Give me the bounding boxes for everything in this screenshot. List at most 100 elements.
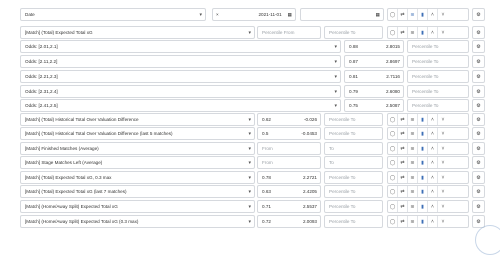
chevron-down-button[interactable]: ˅ <box>438 201 448 212</box>
percentile-to-input[interactable]: Percentile To <box>324 200 383 213</box>
percentile-value-input[interactable]: 0.88 2.8015 <box>344 40 404 53</box>
percentile-to-input[interactable]: To <box>324 142 383 155</box>
metric-select[interactable]: Odds: [2.41,2.5] ▾ <box>20 99 341 112</box>
stack-button[interactable]: ≋ <box>408 128 418 139</box>
metric-select[interactable]: [Match] Finished Matches (Average) ▾ <box>20 142 255 155</box>
bar-chart-button[interactable]: ▮ <box>418 157 428 168</box>
chevron-down-button[interactable]: ˅ <box>438 172 448 183</box>
metric-select[interactable]: [Match] Stage Matches Left (Average) ▾ <box>20 156 255 169</box>
bar-chart-button[interactable]: ▮ <box>418 216 428 227</box>
percentile-value-input[interactable]: 0.78 2.2721 <box>257 171 321 184</box>
settings-button[interactable]: ⚙ <box>472 99 485 112</box>
metric-select[interactable]: Odds: [2.31,2.4] ▾ <box>20 85 341 98</box>
percentile-value-input[interactable]: 0.63 2.4205 <box>257 185 321 198</box>
metric-select[interactable]: Odds: [2.01,2.1] ▾ <box>20 40 341 53</box>
swap-button[interactable]: ⇄ <box>398 201 408 212</box>
percentile-value-input[interactable]: 0.87 2.8697 <box>344 55 404 68</box>
swap-button[interactable]: ⇄ <box>398 216 408 227</box>
bar-chart-button[interactable]: ▮ <box>418 9 428 20</box>
percentile-value-input[interactable]: From <box>257 156 321 169</box>
percentile-value-input[interactable]: 0.81 2.7116 <box>344 70 404 83</box>
chevron-down-button[interactable]: ˅ <box>438 157 448 168</box>
date-field-select[interactable]: Date ▾ <box>20 8 206 21</box>
percentile-to-input[interactable]: Percentile To <box>407 85 469 98</box>
metric-select[interactable]: [Match] (Total) Expected Total xG ▾ <box>20 26 255 39</box>
stack-button[interactable]: ≋ <box>408 201 418 212</box>
calendar-icon[interactable]: ▦ <box>285 12 295 18</box>
chevron-up-button[interactable]: ˄ <box>428 157 438 168</box>
metric-select[interactable]: [Match] (Total) Expected Total xG (last … <box>20 185 255 198</box>
chevron-up-button[interactable]: ˄ <box>428 201 438 212</box>
ring-button[interactable]: ◯ <box>388 128 398 139</box>
percentile-to-input[interactable]: Percentile To <box>407 99 469 112</box>
swap-button[interactable]: ⇄ <box>398 157 408 168</box>
chevron-up-button[interactable]: ˄ <box>428 128 438 139</box>
stack-button[interactable]: ≋ <box>408 143 418 154</box>
percentile-to-input[interactable]: Percentile To <box>324 127 383 140</box>
ring-button[interactable]: ◯ <box>388 186 398 197</box>
chevron-down-button[interactable]: ˅ <box>438 114 448 125</box>
swap-button[interactable]: ⇄ <box>398 128 408 139</box>
settings-button[interactable]: ⚙ <box>472 113 485 126</box>
percentile-from-input[interactable]: Percentile From <box>257 26 321 39</box>
settings-button[interactable]: ⚙ <box>472 55 485 68</box>
settings-button[interactable]: ⚙ <box>472 156 485 169</box>
ring-button[interactable]: ◯ <box>388 172 398 183</box>
stack-button[interactable]: ≋ <box>408 172 418 183</box>
chevron-up-button[interactable]: ˄ <box>428 172 438 183</box>
chevron-up-button[interactable]: ˄ <box>428 27 438 38</box>
clear-date-button[interactable]: × <box>213 12 222 17</box>
percentile-value-input[interactable]: 0.5 -0.0453 <box>257 127 321 140</box>
chevron-down-button[interactable]: ˅ <box>438 143 448 154</box>
percentile-to-input[interactable]: Percentile To <box>324 215 383 228</box>
chevron-down-button[interactable]: ˅ <box>438 186 448 197</box>
percentile-value-input[interactable]: 0.75 2.5087 <box>344 99 404 112</box>
percentile-to-input[interactable]: Percentile To <box>407 55 469 68</box>
bar-chart-button[interactable]: ▮ <box>418 27 428 38</box>
metric-select[interactable]: [Match] (Home/Away Split) Expected Total… <box>20 215 255 228</box>
stack-button[interactable]: ≋ <box>408 9 418 20</box>
swap-button[interactable]: ⇄ <box>398 114 408 125</box>
settings-button[interactable]: ⚙ <box>472 185 485 198</box>
chevron-down-button[interactable]: ˅ <box>438 9 448 20</box>
stack-button[interactable]: ≋ <box>408 114 418 125</box>
swap-button[interactable]: ⇄ <box>398 186 408 197</box>
settings-button[interactable]: ⚙ <box>472 171 485 184</box>
bar-chart-button[interactable]: ▮ <box>418 114 428 125</box>
settings-button[interactable]: ⚙ <box>472 40 485 53</box>
metric-select[interactable]: [Match] (Home/Away Split) Expected Total… <box>20 200 255 213</box>
settings-button[interactable]: ⚙ <box>472 26 485 39</box>
stack-button[interactable]: ≋ <box>408 186 418 197</box>
chevron-up-button[interactable]: ˄ <box>428 186 438 197</box>
percentile-value-input[interactable]: 0.71 2.5537 <box>257 200 321 213</box>
metric-select[interactable]: [Match] (Total) Expected Total xG, 0.3 m… <box>20 171 255 184</box>
ring-button[interactable]: ◯ <box>388 201 398 212</box>
ring-button[interactable]: ◯ <box>388 9 398 20</box>
percentile-value-input[interactable]: 0.72 2.0093 <box>257 215 321 228</box>
stack-button[interactable]: ≋ <box>408 157 418 168</box>
bar-chart-button[interactable]: ▮ <box>418 172 428 183</box>
percentile-to-input[interactable]: Percentile To <box>324 113 383 126</box>
chevron-up-button[interactable]: ˄ <box>428 216 438 227</box>
date-start-input[interactable]: × 2021-11-01 ▦ <box>212 8 296 21</box>
chevron-up-button[interactable]: ˄ <box>428 9 438 20</box>
percentile-value-input[interactable]: 0.79 2.6080 <box>344 85 404 98</box>
stack-button[interactable]: ≋ <box>408 27 418 38</box>
settings-button[interactable]: ⚙ <box>472 85 485 98</box>
ring-button[interactable]: ◯ <box>388 143 398 154</box>
percentile-to-input[interactable]: Percentile To <box>407 40 469 53</box>
date-end-input[interactable]: ▦ <box>300 8 384 21</box>
ring-button[interactable]: ◯ <box>388 157 398 168</box>
bar-chart-button[interactable]: ▮ <box>418 128 428 139</box>
percentile-to-input[interactable]: Percentile To <box>324 185 383 198</box>
percentile-value-input[interactable]: 0.62 -0.026 <box>257 113 321 126</box>
swap-button[interactable]: ⇄ <box>398 172 408 183</box>
ring-button[interactable]: ◯ <box>388 27 398 38</box>
chevron-down-button[interactable]: ˅ <box>438 216 448 227</box>
percentile-to-input[interactable]: Percentile To <box>324 26 383 39</box>
chevron-up-button[interactable]: ˄ <box>428 114 438 125</box>
percentile-to-input[interactable]: To <box>324 156 383 169</box>
percentile-value-input[interactable]: From <box>257 142 321 155</box>
percentile-to-input[interactable]: Percentile To <box>407 70 469 83</box>
bar-chart-button[interactable]: ▮ <box>418 143 428 154</box>
